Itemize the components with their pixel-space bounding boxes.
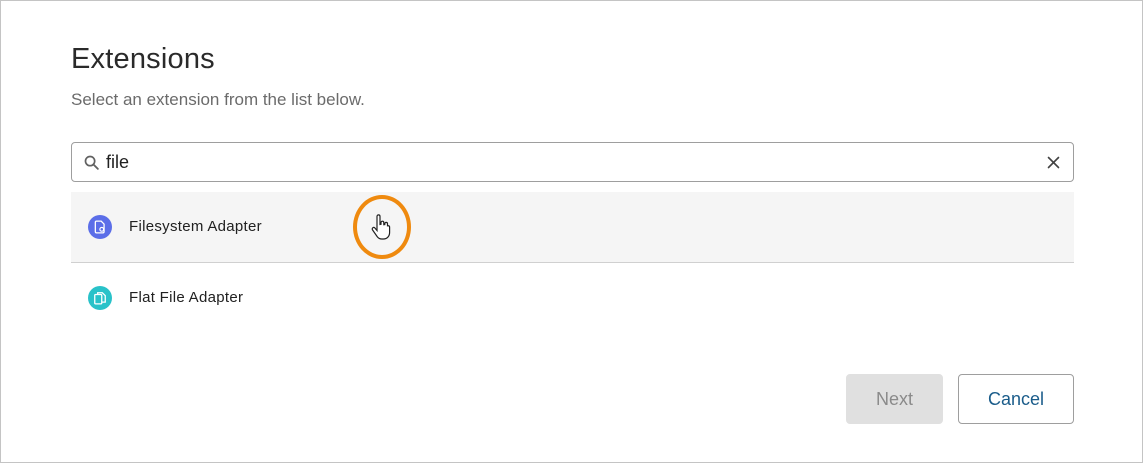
- file-copy-icon: [88, 286, 112, 310]
- next-button[interactable]: Next: [846, 374, 943, 424]
- extensions-dialog: Extensions Select an extension from the …: [0, 0, 1143, 463]
- search-icon: [84, 155, 99, 170]
- hand-cursor-icon: [371, 214, 391, 240]
- extension-list: Filesystem Adapter Flat File Adapter: [71, 192, 1074, 334]
- cancel-button[interactable]: Cancel: [958, 374, 1074, 424]
- list-item-label: Filesystem Adapter: [129, 218, 262, 235]
- list-item-filesystem-adapter[interactable]: Filesystem Adapter: [71, 192, 1074, 263]
- file-settings-icon: [88, 215, 112, 239]
- list-item-flat-file-adapter[interactable]: Flat File Adapter: [71, 263, 1074, 334]
- dialog-title: Extensions: [71, 43, 215, 75]
- search-box[interactable]: [71, 142, 1074, 182]
- list-item-label: Flat File Adapter: [129, 289, 244, 306]
- search-input[interactable]: [106, 148, 1026, 176]
- dialog-subtitle: Select an extension from the list below.: [71, 90, 365, 109]
- close-icon[interactable]: [1046, 155, 1061, 170]
